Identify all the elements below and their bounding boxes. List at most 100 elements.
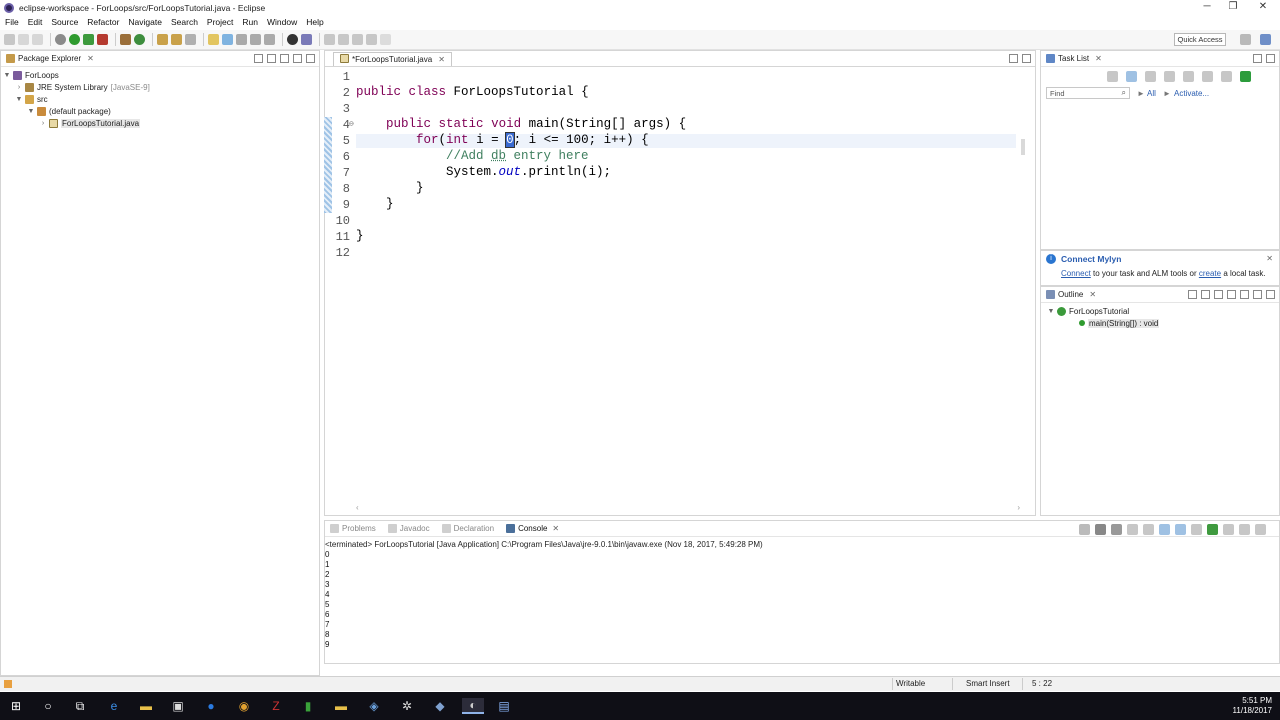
menu-source[interactable]: Source <box>51 17 78 27</box>
minimize-editor-icon[interactable] <box>1009 54 1018 63</box>
all-link[interactable]: All <box>1147 89 1156 98</box>
close-icon[interactable]: ✕ <box>1266 254 1273 263</box>
close-view-icon[interactable]: ✕ <box>1089 290 1096 299</box>
scroll-left-icon[interactable]: ‹ <box>356 503 359 512</box>
chevron-right-icon[interactable]: › <box>15 84 23 91</box>
edge-icon[interactable]: e <box>106 698 122 714</box>
open-perspective-icon[interactable] <box>1240 34 1251 45</box>
categorized-icon[interactable] <box>1126 71 1137 82</box>
word-wrap-icon[interactable] <box>264 34 275 45</box>
maximize-view-icon[interactable] <box>1266 54 1275 63</box>
maximize-view-icon[interactable] <box>306 54 315 63</box>
collapse-all-icon[interactable] <box>1202 71 1213 82</box>
task-find-field[interactable]: Find ⌕ <box>1046 87 1130 99</box>
search-icon[interactable]: ⌕ <box>1122 88 1126 98</box>
close-view-icon[interactable]: ✕ <box>87 54 94 63</box>
chevron-down-icon[interactable]: ▼ <box>3 72 11 79</box>
hide-nonpublic-icon[interactable] <box>1227 290 1236 299</box>
tree-item-src[interactable]: ▼ src <box>1 93 319 105</box>
editor-horizontal-scrollbar[interactable]: ‹ › <box>356 503 1020 514</box>
save-icon[interactable] <box>18 34 29 45</box>
view-menu-icon[interactable] <box>1240 290 1249 299</box>
tab-console[interactable]: Console ✕ <box>504 524 559 533</box>
quick-access-field[interactable]: Quick Access <box>1174 33 1226 46</box>
close-view-icon[interactable]: ✕ <box>1095 54 1102 63</box>
display-console-icon[interactable] <box>1207 524 1218 535</box>
toggle-mark-icon[interactable] <box>222 34 233 45</box>
run-icon[interactable] <box>69 34 80 45</box>
editor-tab[interactable]: *ForLoopsTutorial.java ✕ <box>333 52 452 66</box>
app-icon[interactable]: ◆ <box>432 698 448 714</box>
search-icon[interactable]: ○ <box>40 698 56 714</box>
external-tools-icon[interactable] <box>97 34 108 45</box>
link-editor-icon[interactable] <box>267 54 276 63</box>
view-menu-icon[interactable] <box>280 54 289 63</box>
chevron-down-icon[interactable]: ▼ <box>27 108 35 115</box>
hide-static-icon[interactable] <box>1214 290 1223 299</box>
menu-run[interactable]: Run <box>242 17 258 27</box>
outline-class[interactable]: ▼ ForLoopsTutorial <box>1041 305 1279 317</box>
outline-method[interactable]: main(String[]) : void <box>1041 317 1279 329</box>
chrome-icon[interactable]: ◉ <box>236 698 252 714</box>
clear-console-icon[interactable] <box>1127 524 1138 535</box>
tree-item-java-file[interactable]: › ForLoopsTutorial.java <box>1 117 319 129</box>
code-area[interactable]: 1 2 3 4 5 6 7 8 9 10 11 12 ⊖ public clas… <box>324 69 1032 509</box>
sort-icon[interactable] <box>1188 290 1197 299</box>
create-link[interactable]: create <box>1199 269 1221 278</box>
scheduled-icon[interactable] <box>1145 71 1156 82</box>
remove-all-icon[interactable] <box>1111 524 1122 535</box>
menu-search[interactable]: Search <box>171 17 198 27</box>
forward-icon[interactable] <box>380 34 391 45</box>
chevron-down-icon[interactable]: ▼ <box>1047 308 1055 315</box>
view-menu-icon[interactable] <box>1239 524 1250 535</box>
minimize-view-icon[interactable] <box>293 54 302 63</box>
new-task-icon[interactable] <box>1107 71 1118 82</box>
tab-declaration[interactable]: Declaration <box>440 524 494 533</box>
app-window-icon[interactable]: ▤ <box>496 698 512 714</box>
filezilla-icon[interactable]: Z <box>268 698 284 714</box>
menu-window[interactable]: Window <box>267 17 297 27</box>
system-clock[interactable]: 5:51 PM 11/18/2017 <box>1233 696 1272 716</box>
close-tab-icon[interactable]: ✕ <box>552 524 559 533</box>
folder-icon[interactable]: ▬ <box>333 698 349 714</box>
tree-item-jre[interactable]: › JRE System Library [JavaSE-9] <box>1 81 319 93</box>
annotation-icon[interactable] <box>208 34 219 45</box>
show-on-output-icon[interactable] <box>1175 524 1186 535</box>
tree-item-default-package[interactable]: ▼ (default package) <box>1 105 319 117</box>
hide-fields-icon[interactable] <box>1201 290 1210 299</box>
minimize-view-icon[interactable] <box>1253 54 1262 63</box>
menu-refactor[interactable]: Refactor <box>87 17 119 27</box>
firefox-icon[interactable]: ● <box>203 698 219 714</box>
close-button[interactable]: ✕ <box>1248 0 1278 15</box>
remove-launch-icon[interactable] <box>1095 524 1106 535</box>
search-icon[interactable] <box>185 34 196 45</box>
tab-javadoc[interactable]: Javadoc <box>386 524 430 533</box>
scroll-right-icon[interactable]: › <box>1017 503 1020 512</box>
menu-help[interactable]: Help <box>306 17 323 27</box>
task-list-title[interactable]: Task List <box>1058 54 1089 63</box>
collapse-all-icon[interactable] <box>254 54 263 63</box>
terminate-icon[interactable] <box>1079 524 1090 535</box>
block-selection-icon[interactable] <box>236 34 247 45</box>
maximize-button[interactable]: ❐ <box>1218 0 1248 15</box>
show-whitespace-icon[interactable] <box>250 34 261 45</box>
new-icon[interactable] <box>4 34 15 45</box>
eclipse-taskbar-icon[interactable]: ◐ <box>462 698 484 714</box>
prev-annotation-icon[interactable] <box>338 34 349 45</box>
next-annotation-icon[interactable] <box>324 34 335 45</box>
scroll-thumb[interactable] <box>1021 139 1025 155</box>
new-class-icon[interactable] <box>134 34 145 45</box>
menu-file[interactable]: File <box>5 17 19 27</box>
activate-link[interactable]: Activate... <box>1174 89 1209 98</box>
settings-icon[interactable]: ✲ <box>399 698 415 714</box>
sync-icon[interactable] <box>1221 71 1232 82</box>
minimize-view-icon[interactable] <box>1253 290 1262 299</box>
outline-title[interactable]: Outline <box>1058 290 1083 299</box>
menu-navigate[interactable]: Navigate <box>128 17 162 27</box>
file-explorer-icon[interactable]: ▬ <box>138 698 154 714</box>
fold-toggle-icon[interactable]: ⊖ <box>349 119 354 129</box>
editor-vertical-scrollbar[interactable] <box>1018 69 1030 509</box>
mylyn-icon[interactable] <box>287 34 298 45</box>
pin-icon[interactable] <box>301 34 312 45</box>
coverage-icon[interactable] <box>83 34 94 45</box>
